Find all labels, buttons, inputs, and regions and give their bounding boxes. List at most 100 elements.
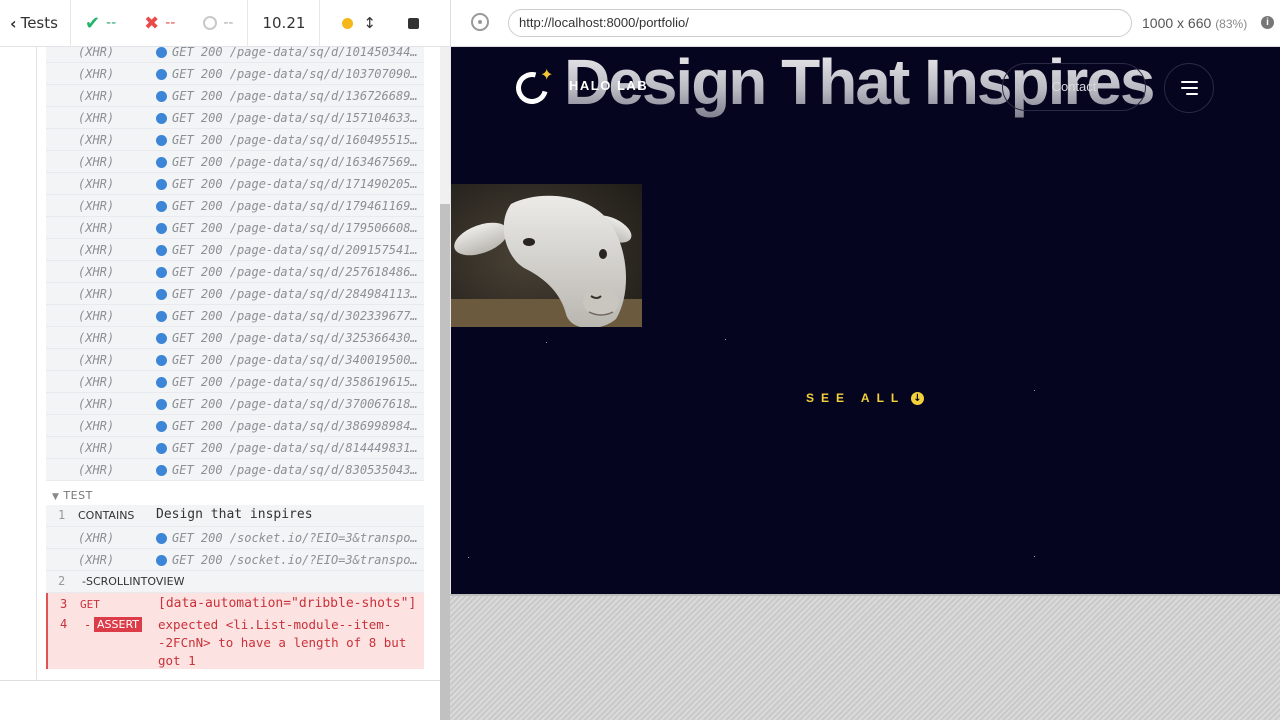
xhr-dot-icon — [156, 267, 167, 278]
failed-count: -- — [165, 15, 176, 31]
log-row[interactable]: (XHR)GET 200 /page-data/sq/d/3400195003.… — [46, 349, 424, 371]
status-dot-icon — [342, 17, 354, 29]
aut-header: http://localhost:8000/portfolio/ 1000 x … — [450, 0, 1280, 47]
log-row[interactable]: (XHR)GET 200 /page-data/sq/d/3023396776.… — [46, 305, 424, 327]
llama-photo — [451, 184, 642, 327]
log-row[interactable]: (XHR)GET 200 /page-data/sq/d/1037070905.… — [46, 63, 424, 85]
xhr-dot-icon — [156, 91, 167, 102]
tests-label: Tests — [20, 14, 58, 32]
xhr-dot-icon — [156, 135, 167, 146]
log-row[interactable]: (XHR)GET 200 /page-data/sq/d/2091575412.… — [46, 239, 424, 261]
auto-scroll-toggle[interactable]: ↕ — [320, 0, 388, 47]
xhr-dot-icon — [156, 201, 167, 212]
xhr-dot-icon — [156, 533, 167, 544]
viewport-info: 1000 x 660 (83%) — [1142, 15, 1247, 31]
command-scrollintoview[interactable]: 2 -SCROLLINTOVIEW — [46, 571, 424, 593]
log-row[interactable]: (XHR)GET 200 /page-data/sq/d/2849841132.… — [46, 283, 424, 305]
log-row[interactable]: (XHR)GET 200 /page-data/sq/d/3253664303.… — [46, 327, 424, 349]
hamburger-icon — [1181, 81, 1198, 83]
log-row[interactable]: (XHR)GET 200 /page-data/sq/d/1571046337.… — [46, 107, 424, 129]
xhr-dot-icon — [156, 223, 167, 234]
xhr-dot-icon — [156, 355, 167, 366]
viewport-background — [450, 594, 1280, 720]
xhr-dot-icon — [156, 157, 167, 168]
log-row[interactable]: (XHR)GET 200 /socket.io/?EIO=3&transport… — [46, 527, 424, 549]
viewport-size: 1000 x 660 — [1142, 15, 1212, 31]
scrollbar-thumb[interactable] — [440, 204, 450, 720]
xhr-dot-icon — [156, 47, 167, 58]
passed-count: -- — [106, 15, 117, 31]
log-row[interactable]: (XHR)GET 200 /page-data/sq/d/3869989844.… — [46, 415, 424, 437]
xhr-dot-icon — [156, 555, 167, 566]
menu-button[interactable] — [1164, 63, 1214, 113]
log-row[interactable]: (XHR)GET 200 /page-data/sq/d/1367266891.… — [46, 85, 424, 107]
pending-ring-icon — [203, 16, 218, 30]
pending-stat: -- — [189, 0, 247, 47]
xhr-dot-icon — [156, 399, 167, 410]
xhr-dot-icon — [156, 289, 167, 300]
runner-footer — [0, 680, 440, 720]
log-row[interactable]: (XHR)GET 200 /page-data/sq/d/3586196151.… — [46, 371, 424, 393]
hamburger-icon — [1186, 93, 1198, 95]
star-dot — [546, 342, 547, 343]
selector-playground-icon[interactable] — [471, 13, 489, 31]
passed-stat: ✔ -- — [71, 0, 130, 47]
log-row[interactable]: (XHR)GET 200 /page-data/sq/d/1634675695.… — [46, 151, 424, 173]
log-row[interactable]: (XHR)GET 200 /page-data/sq/d/2576184862.… — [46, 261, 424, 283]
stop-icon — [408, 17, 419, 29]
command-contains[interactable]: 1 CONTAINS Design that inspires — [46, 505, 424, 527]
stop-button[interactable] — [388, 0, 433, 47]
caret-down-icon: ▼ — [52, 492, 60, 502]
command-log: (XHR)GET 200 /page-data/sq/d/1014503447.… — [0, 47, 440, 680]
arrows-vertical-icon: ↕ — [363, 14, 376, 32]
star-dot — [725, 339, 726, 340]
failed-stat: ✖ -- — [130, 0, 189, 47]
xhr-dot-icon — [156, 333, 167, 344]
xhr-dot-icon — [156, 245, 167, 256]
star-dot — [1034, 390, 1035, 391]
log-row[interactable]: (XHR)GET 200 /page-data/sq/d/3700676183.… — [46, 393, 424, 415]
xhr-dot-icon — [156, 443, 167, 454]
log-row[interactable]: (XHR)GET 200 /page-data/sq/d/1604955158.… — [46, 129, 424, 151]
arrow-down-circle-icon[interactable]: ↓ — [911, 392, 924, 405]
runner-header: ‹ Tests ✔ -- ✖ -- -- 10.21 ↕ — [0, 0, 450, 47]
contact-button[interactable]: Contact — [1002, 63, 1146, 111]
log-row[interactable]: (XHR)GET 200 /page-data/sq/d/8144498313.… — [46, 437, 424, 459]
log-row[interactable]: (XHR)GET 200 /page-data/sq/d/1795066086.… — [46, 217, 424, 239]
check-icon: ✔ — [84, 12, 101, 34]
cross-icon: ✖ — [144, 12, 160, 34]
info-icon[interactable]: i — [1261, 16, 1274, 29]
scrollbar[interactable] — [440, 47, 450, 720]
star-dot — [468, 557, 469, 558]
see-all-link[interactable]: SEE ALL — [806, 391, 905, 405]
brand-name[interactable]: HALO LAB — [569, 78, 648, 93]
xhr-dot-icon — [156, 113, 167, 124]
xhr-dot-icon — [156, 377, 167, 388]
tests-back-button[interactable]: ‹ Tests — [0, 0, 70, 47]
hamburger-icon — [1181, 87, 1198, 89]
log-row[interactable]: (XHR)GET 200 /socket.io/?EIO=3&transport… — [46, 549, 424, 571]
xhr-dot-icon — [156, 421, 167, 432]
dribbble-shot-image[interactable] — [451, 184, 642, 327]
log-row[interactable]: (XHR)GET 200 /page-data/sq/d/1794611694.… — [46, 195, 424, 217]
duration: 10.21 — [262, 14, 306, 32]
halo-lab-logo[interactable]: ✦ — [510, 65, 554, 110]
runner-panel: ‹ Tests ✔ -- ✖ -- -- 10.21 ↕ (XHR) GET 20… — [0, 0, 450, 720]
xhr-dot-icon — [156, 465, 167, 476]
xhr-dot-icon — [156, 179, 167, 190]
url-field[interactable]: http://localhost:8000/portfolio/ — [508, 9, 1132, 37]
xhr-dot-icon — [156, 69, 167, 80]
assert-badge: ASSERT — [94, 617, 143, 632]
log-row[interactable]: (XHR)GET 200 /page-data/sq/d/1014503447.… — [46, 47, 424, 63]
star-dot — [1034, 556, 1035, 557]
xhr-dot-icon — [156, 311, 167, 322]
chevron-left-icon: ‹ — [10, 13, 17, 33]
pending-count: -- — [223, 15, 234, 31]
assert-error: expected <li.List-module--item--2FCnN> t… — [158, 617, 407, 668]
app-viewport: Design That Inspires ✦ HALO LAB Contact — [451, 47, 1280, 594]
gutter-line — [36, 47, 37, 680]
log-row[interactable]: (XHR)GET 200 /page-data/sq/d/8305350432.… — [46, 459, 424, 481]
log-row[interactable]: (XHR)GET 200 /page-data/sq/d/1714902054.… — [46, 173, 424, 195]
failed-command[interactable]: 3 GET [data-automation="dribble-shots"] … — [46, 593, 424, 669]
test-section-header[interactable]: ▼ TEST — [52, 489, 93, 502]
